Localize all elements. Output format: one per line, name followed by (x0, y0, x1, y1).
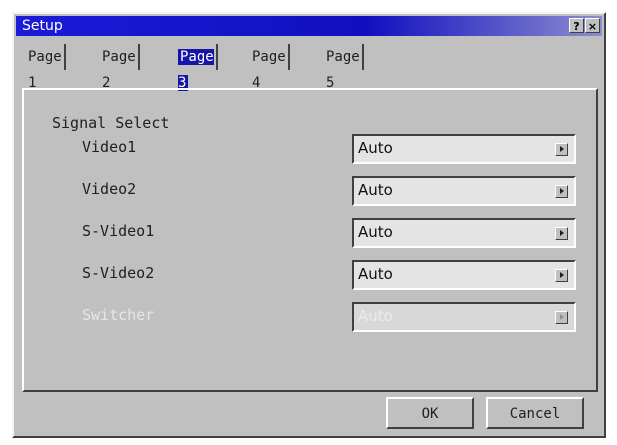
video2-label: Video2 (82, 180, 137, 198)
tab-panel: Signal Select Video1 Auto Video2 Auto S-… (22, 88, 598, 392)
video1-select[interactable]: Auto (352, 134, 576, 164)
tab-page-5[interactable]: Page 5 (324, 44, 364, 91)
select-value: Auto (358, 265, 393, 283)
tab-page-4[interactable]: Page 4 (250, 44, 290, 91)
title-bar[interactable]: Setup ? × (16, 16, 602, 36)
video1-label: Video1 (82, 138, 137, 156)
select-value: Auto (358, 139, 393, 157)
tab-label: Page 3 (178, 49, 214, 91)
ok-button[interactable]: OK (386, 397, 474, 429)
tab-label: Page 4 (252, 49, 286, 91)
s-video1-label: S-Video1 (82, 222, 155, 240)
dropdown-arrow-icon[interactable] (555, 143, 568, 156)
tab-label: Page 5 (326, 49, 360, 91)
switcher-label: Switcher (82, 306, 155, 324)
select-value: Auto (358, 223, 393, 241)
dropdown-arrow-icon[interactable] (555, 185, 568, 198)
dropdown-arrow-icon (555, 311, 568, 324)
s-video2-select[interactable]: Auto (352, 260, 576, 290)
close-button[interactable]: × (585, 18, 600, 33)
video2-select[interactable]: Auto (352, 176, 576, 206)
tab-page-1[interactable]: Page 1 (26, 44, 66, 91)
help-button[interactable]: ? (569, 18, 584, 33)
s-video2-label: S-Video2 (82, 264, 155, 282)
s-video1-select[interactable]: Auto (352, 218, 576, 248)
cancel-button[interactable]: Cancel (486, 397, 584, 429)
window-title: Setup (22, 18, 63, 34)
section-heading: Signal Select (52, 114, 170, 132)
tab-label: Page 2 (102, 49, 136, 91)
dropdown-arrow-icon[interactable] (555, 269, 568, 282)
tab-page-3[interactable]: Page 3 (176, 44, 218, 91)
tab-label: Page 1 (28, 49, 62, 91)
tab-page-2[interactable]: Page 2 (100, 44, 140, 91)
select-value: Auto (358, 181, 393, 199)
select-value: Auto (358, 307, 393, 325)
dropdown-arrow-icon[interactable] (555, 227, 568, 240)
setup-dialog: Setup ? × Page 1 Page 2 Page 3 Page 4 Pa… (12, 12, 606, 438)
switcher-select: Auto (352, 302, 576, 332)
